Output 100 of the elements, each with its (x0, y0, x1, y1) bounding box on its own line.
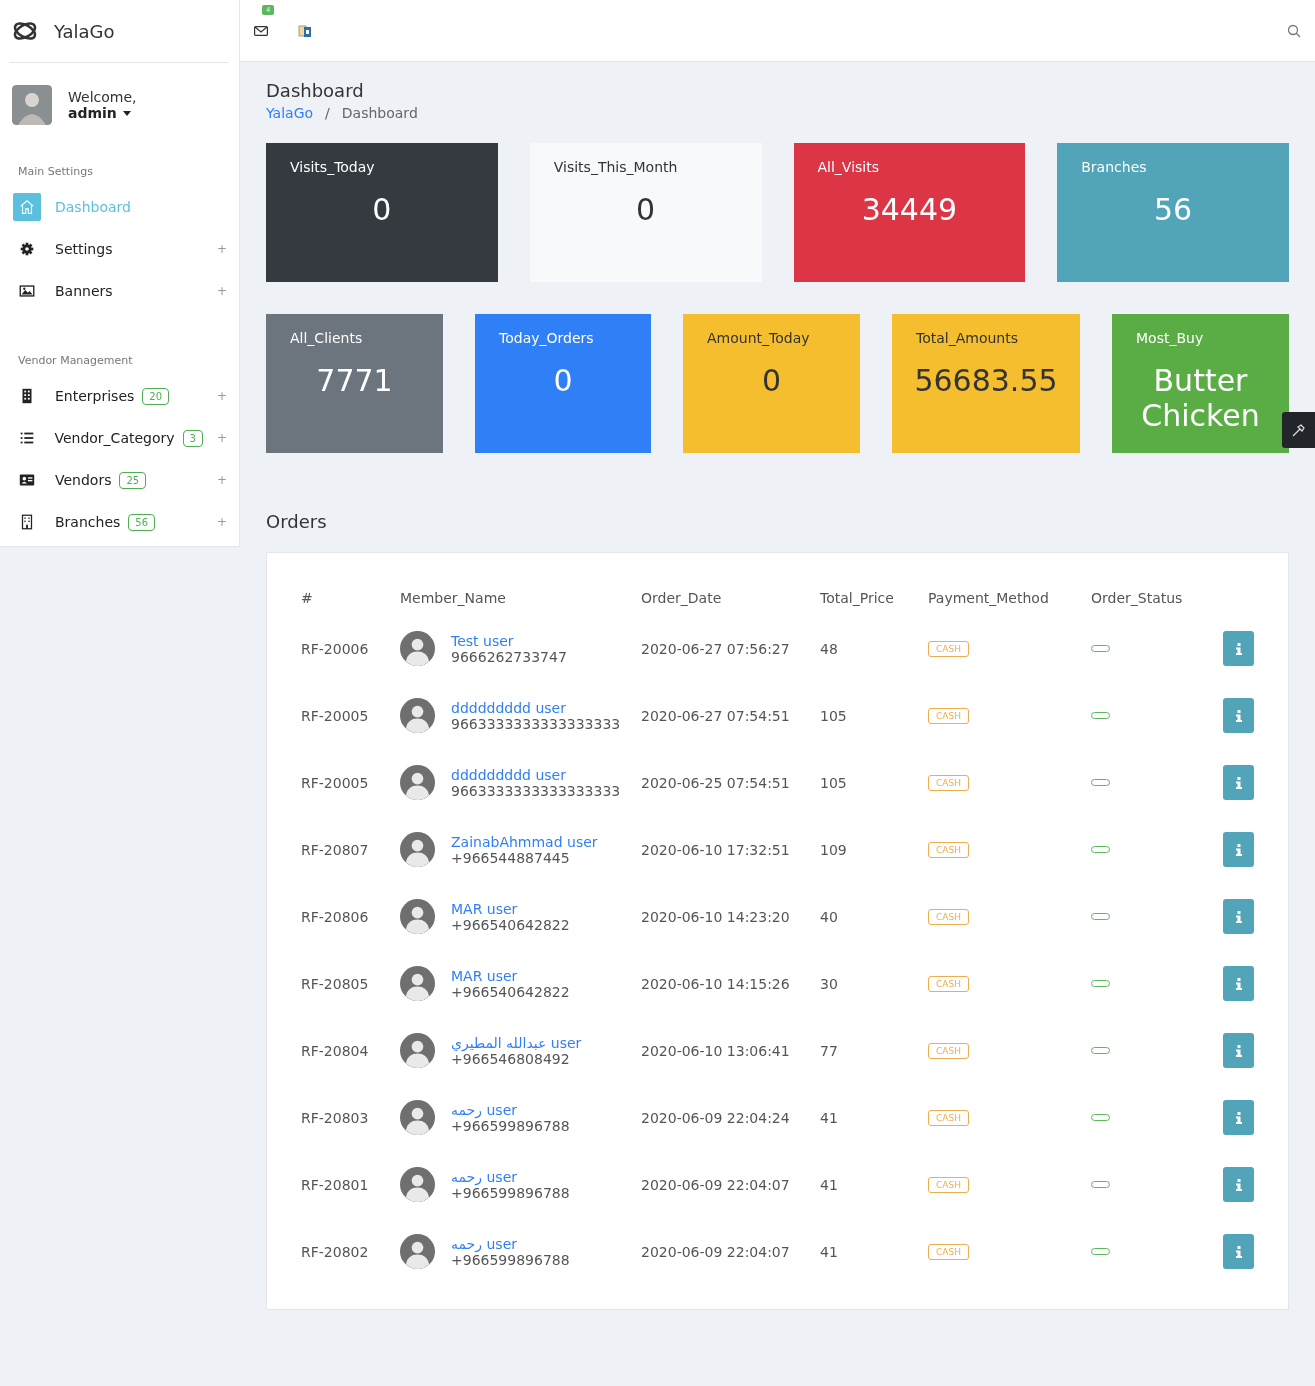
search-icon[interactable] (1287, 23, 1301, 38)
column-header: Order_Date (641, 589, 723, 608)
info-button[interactable] (1223, 832, 1254, 867)
info-icon (1235, 709, 1242, 722)
info-button[interactable] (1223, 1100, 1254, 1135)
info-icon (1235, 1178, 1242, 1191)
translate-icon[interactable] (298, 23, 312, 38)
stat-label: Total_Amounts (916, 330, 1018, 346)
info-button[interactable] (1223, 1033, 1254, 1068)
member-name-link[interactable]: ddddddddd user (451, 699, 621, 716)
table-cell-text: RF-20804 (301, 1041, 370, 1061)
info-button[interactable] (1223, 631, 1254, 666)
stat-label: Today_Orders (499, 330, 594, 346)
avatar-icon (400, 698, 435, 733)
info-icon (1235, 1245, 1242, 1258)
table-cell-text: RF-20805 (301, 974, 370, 994)
table-cell-text: RF-20803 (301, 1108, 370, 1128)
sidebar-item[interactable]: Branches 56 + (10, 501, 229, 543)
section-title: Orders (266, 511, 328, 532)
stat-value: 0 (553, 364, 573, 399)
stat-label: All_Visits (817, 159, 879, 175)
avatar-icon (400, 765, 435, 800)
payment-tag: CASH (928, 707, 969, 724)
stat-value: 56683.55 (914, 364, 1058, 399)
user-name[interactable]: admin (68, 105, 117, 121)
column-header: # (301, 589, 314, 608)
member-phone: +966599896788 (451, 1251, 570, 1268)
brand-name: YalaGo (54, 20, 115, 42)
stat-value: 56 (1154, 193, 1193, 228)
payment-tag: CASH (928, 1042, 969, 1059)
info-button[interactable] (1223, 1234, 1254, 1269)
avatar-icon (400, 899, 435, 934)
avatar-icon (400, 1234, 435, 1269)
expand-toggle[interactable]: + (216, 284, 229, 298)
payment-tag: CASH (928, 1176, 969, 1193)
member-name-link[interactable]: رحمه user (451, 1235, 570, 1252)
table-cell-text: RF-20005 (301, 773, 370, 793)
stat-label: Branches (1081, 159, 1147, 175)
info-button[interactable] (1223, 698, 1254, 733)
member-phone: 9663333333333333333 (451, 715, 621, 732)
caret-icon[interactable] (122, 110, 131, 116)
stat-value: 7771 (316, 364, 393, 399)
member-name-link[interactable]: عبدالله المطيري user (451, 1034, 582, 1051)
expand-toggle[interactable]: + (216, 242, 229, 256)
sidebar-item[interactable]: Vendors 25 + (10, 459, 229, 501)
info-button[interactable] (1223, 1167, 1254, 1202)
gear-icon (18, 240, 36, 258)
home-icon (18, 198, 36, 216)
avatar-icon (400, 631, 435, 666)
expand-toggle[interactable]: + (216, 515, 229, 529)
avatar-icon (400, 1167, 435, 1202)
stat-label: Most_Buy (1136, 330, 1204, 346)
table-cell-text: 41 (820, 1108, 839, 1128)
stat-value: 0 (636, 193, 656, 228)
member-name-link[interactable]: MAR user (451, 900, 570, 917)
info-icon (1235, 1111, 1242, 1124)
table-cell-text: RF-20802 (301, 1242, 370, 1262)
avatar-icon (400, 1033, 435, 1068)
sidebar-item[interactable]: Dashboard (10, 186, 229, 228)
breadcrumb-separator: / (325, 105, 330, 121)
image-icon (18, 282, 36, 300)
member-name-link[interactable]: MAR user (451, 967, 570, 984)
member-name-link[interactable]: رحمه user (451, 1101, 570, 1118)
info-icon (1235, 642, 1242, 655)
mail-icon[interactable] (254, 26, 268, 36)
member-name-link[interactable]: ddddddddd user (451, 766, 621, 783)
stat-value: 0 (761, 364, 782, 399)
expand-toggle[interactable]: + (216, 389, 229, 403)
avatar-icon (400, 832, 435, 867)
member-name-link[interactable]: ZainabAhmmad user (451, 833, 598, 850)
breadcrumb-link[interactable]: YalaGo (266, 105, 314, 121)
info-button[interactable] (1223, 899, 1254, 934)
member-phone: +966544887445 (451, 849, 571, 866)
table-cell-text: 105 (820, 773, 848, 793)
member-name-link[interactable]: Test user (451, 632, 567, 649)
expand-toggle[interactable]: + (216, 473, 229, 487)
sidebar-item[interactable]: Vendor_Category 3 + (10, 417, 229, 459)
tool-button[interactable] (1282, 412, 1315, 448)
table-cell-text: 2020-06-10 17:32:51 (641, 840, 791, 860)
table-cell-text: 109 (820, 840, 848, 860)
table-cell-text: RF-20807 (301, 840, 370, 860)
member-phone: +966599896788 (451, 1117, 570, 1134)
info-button[interactable] (1223, 765, 1254, 800)
info-button[interactable] (1223, 966, 1254, 1001)
member-name-link[interactable]: رحمه user (451, 1168, 570, 1185)
table-cell-text: 2020-06-25 07:54:51 (641, 773, 791, 793)
expand-toggle[interactable]: + (216, 431, 229, 445)
info-icon (1235, 910, 1242, 923)
column-header: Order_Status (1091, 589, 1184, 608)
member-phone: 9666262733747 (451, 648, 567, 665)
stat-value: Butter Chicken (1140, 364, 1261, 433)
table-cell-text: 105 (820, 706, 848, 726)
sidebar-item[interactable]: Banners + (10, 270, 229, 312)
sidebar-item[interactable]: Settings + (10, 228, 229, 270)
welcome-text: Welcome, (68, 89, 137, 105)
info-icon (1235, 776, 1242, 789)
avatar-icon (400, 966, 435, 1001)
breadcrumb-item: Dashboard (341, 105, 418, 121)
table-cell-text: 40 (820, 907, 839, 927)
sidebar-item[interactable]: Enterprises 20 + (10, 375, 229, 417)
